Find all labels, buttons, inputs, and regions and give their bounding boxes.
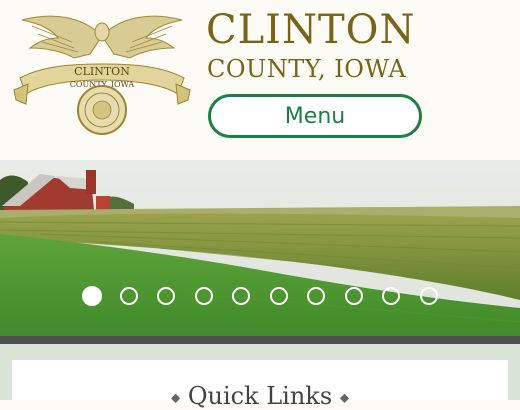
site-subtitle: COUNTY, IOWA: [207, 55, 407, 83]
site-header: CLINTON COUNTY, IOWA CLINTON COUNTY, IOW…: [0, 0, 520, 160]
slider-dot-2[interactable]: [119, 287, 138, 305]
slider-dot-5[interactable]: [232, 287, 250, 305]
slider-dot-4[interactable]: [194, 287, 213, 305]
county-logo[interactable]: CLINTON COUNTY, IOWA: [12, 8, 192, 136]
slider-dot-1[interactable]: [82, 286, 102, 306]
divider-bar: [0, 336, 520, 344]
eagle-seal-icon: CLINTON COUNTY, IOWA: [13, 15, 191, 135]
seal-top-text: CLINTON: [74, 65, 130, 78]
menu-button[interactable]: Menu: [208, 94, 422, 138]
slider-dot-8[interactable]: [344, 287, 363, 305]
site-title[interactable]: CLINTON: [206, 8, 415, 52]
hero-slider[interactable]: [0, 160, 520, 336]
slider-pagination: [0, 286, 520, 309]
quick-links-panel: ◆ Quick Links ◆: [12, 360, 508, 410]
slider-dot-6[interactable]: [269, 287, 288, 305]
farm-landscape-image: [0, 160, 520, 336]
ornament-left-icon: ◆: [170, 390, 181, 405]
slider-dot-9[interactable]: [382, 287, 400, 305]
slider-dot-7[interactable]: [307, 287, 325, 305]
quick-links-title: Quick Links: [187, 382, 333, 410]
slider-dot-3[interactable]: [157, 287, 175, 305]
quick-links-heading: ◆ Quick Links ◆: [12, 382, 508, 410]
slider-dot-10[interactable]: [419, 287, 438, 305]
ornament-right-icon: ◆: [339, 390, 350, 405]
